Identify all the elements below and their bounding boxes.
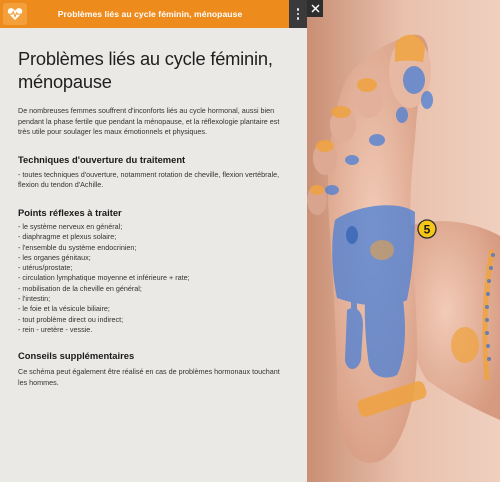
section-reflex-points-heading: Points réflexes à traiter [18,206,122,218]
info-panel: Problèmes liés au cycle féminin, ménopau… [0,0,307,482]
section-additional-advice-text: Ce schéma peut également être réalisé en… [18,367,280,387]
panel-header: Problèmes liés au cycle féminin, ménopau… [0,0,289,28]
section-additional-advice-heading: Conseils supplémentaires [18,350,135,362]
reflex-marker-5[interactable]: 5 [417,219,437,239]
list-item: - rein - uretère - vessie. [18,324,93,334]
list-item: - diaphragme et plexus solaire; [18,232,117,242]
panel-content: Problèmes liés au cycle féminin, ménopau… [18,47,280,388]
list-item: - le foie et la vésicule biliaire; [18,304,110,314]
foot-reflexology-illustration[interactable]: 5 [307,0,500,482]
list-item: - utérus/prostate; [18,263,73,273]
list-item: - les organes génitaux; [18,252,91,262]
page-title: Problèmes liés au cycle féminin, ménopau… [18,48,273,92]
panel-header-title: Problèmes liés au cycle féminin, ménopau… [57,9,243,19]
list-item: - tout problème direct ou indirect; [18,314,124,324]
reflex-points-list: - le système nerveux en général; - diaph… [18,222,280,335]
list-item: - circulation lymphatique moyenne et inf… [18,273,190,283]
svg-text:5: 5 [424,223,431,237]
list-item: - mobilisation de la cheville en général… [18,283,142,293]
section-opening-techniques-text: - toutes techniques d'ouverture, notamme… [18,169,280,190]
close-icon[interactable] [307,0,323,17]
list-item: - l'intestin; [18,294,51,304]
section-opening-techniques-heading: Techniques d'ouverture du traitement [18,153,186,165]
heart-pulse-icon [3,3,27,25]
list-item: - le système nerveux en général; [18,221,123,231]
intro-text: De nombreuses femmes souffrent d'inconfo… [18,106,280,137]
kebab-menu-icon[interactable] [289,0,307,28]
list-item: - l'ensemble du système endocrinien; [18,242,137,252]
